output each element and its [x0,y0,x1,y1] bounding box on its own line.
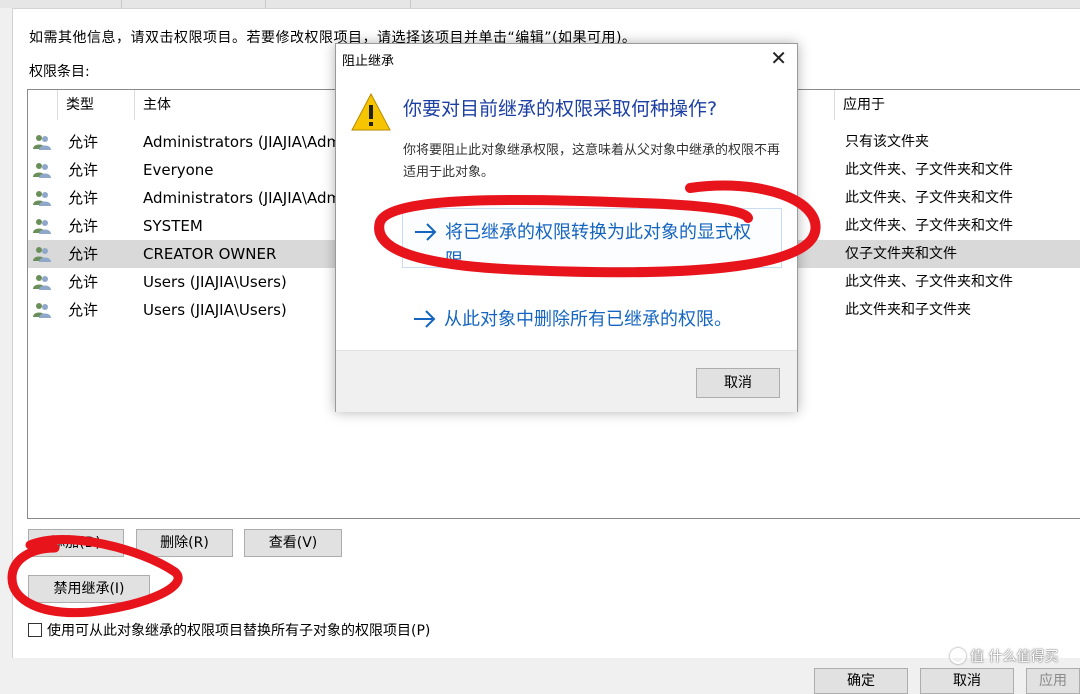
replace-child-permissions-label: 使用可从此对象继承的权限项目替换所有子对象的权限项目(P) [47,623,431,639]
apply-button[interactable]: 应用 [1026,668,1080,694]
tab-strip [0,0,1080,8]
cell-applies-to: 此文件夹、子文件夹和文件 [845,218,1013,234]
user-group-icon [33,303,51,318]
cell-applies-to: 此文件夹、子文件夹和文件 [845,162,1013,178]
warning-icon [351,92,391,131]
remove-option-label: 从此对象中删除所有已继承的权限。 [444,309,732,330]
dialog-cancel-button[interactable]: 取消 [696,368,780,398]
user-group-icon [33,219,51,234]
block-inheritance-dialog: 阻止继承 ✕ 你要对目前继承的权限采取何种操作? 你将要阻止此对象继承权限，这意… [335,43,798,412]
cell-type: 允许 [68,245,99,263]
column-header-type[interactable]: 类型 [58,90,135,120]
cell-type: 允许 [68,217,99,235]
dialog-heading: 你要对目前继承的权限采取何种操作? [403,98,718,120]
cell-principal: Everyone [143,161,214,179]
cell-principal: CREATOR OWNER [143,245,277,263]
dialog-title: 阻止继承 [342,54,395,69]
cell-principal: Administrators (JIAJIA\Administrators) [143,133,353,151]
cancel-button[interactable]: 取消 [920,668,1014,694]
cell-type: 允许 [68,189,99,207]
column-header-applies-to[interactable]: 应用于 [835,90,1080,120]
close-icon[interactable]: ✕ [770,46,787,70]
disable-inheritance-button[interactable]: 禁用继承(I) [28,575,150,603]
cell-type: 允许 [68,301,99,319]
convert-option-label: 将已继承的权限转换为此对象的显式权限。 [445,222,751,271]
dialog-description: 你将要阻止此对象继承权限，这意味着从父对象中继承的权限不再适用于此对象。 [403,143,781,180]
cell-principal: Users (JIAJIA\Users) [143,301,287,319]
convert-inherited-permissions-link[interactable]: 将已继承的权限转换为此对象的显式权限。 [402,208,782,271]
ok-button[interactable]: 确定 [814,668,908,694]
user-group-icon [33,163,51,178]
add-button[interactable]: 添加(D) [28,529,124,557]
remove-button[interactable]: 删除(R) [136,529,233,557]
tab-divider [410,0,411,8]
arrow-right-icon [414,310,436,328]
tab-divider [265,0,266,8]
replace-child-permissions-checkbox[interactable] [28,623,42,637]
cell-applies-to: 此文件夹、子文件夹和文件 [845,274,1013,290]
cell-applies-to: 此文件夹、子文件夹和文件 [845,190,1013,206]
icon-column-header [28,90,58,120]
cell-type: 允许 [68,273,99,291]
dialog-footer: 取消 [336,350,797,412]
cell-type: 允许 [68,133,99,151]
watermark: 值 什么值得买 [950,646,1058,666]
cell-principal: Users (JIAJIA\Users) [143,273,287,291]
watermark-logo-icon [950,648,966,664]
user-group-icon [33,247,51,262]
user-group-icon [33,191,51,206]
cell-principal: Administrators (JIAJIA\Administrators) [143,189,353,207]
user-group-icon [33,135,51,150]
bottom-button-bar: 确定 取消 应用 [0,658,1080,694]
cell-applies-to: 此文件夹和子文件夹 [845,302,971,318]
view-button[interactable]: 查看(V) [244,529,342,557]
user-group-icon [33,275,51,290]
cell-applies-to: 仅子文件夹和文件 [845,246,957,262]
watermark-text: 值 什么值得买 [970,649,1059,665]
arrow-right-icon [415,223,437,241]
cell-type: 允许 [68,161,99,179]
cell-applies-to: 只有该文件夹 [845,134,929,150]
cell-principal: SYSTEM [143,217,203,235]
permission-entries-label: 权限条目: [29,64,90,80]
tab-divider [121,0,122,8]
remove-inherited-permissions-link[interactable]: 从此对象中删除所有已继承的权限。 [402,296,782,340]
